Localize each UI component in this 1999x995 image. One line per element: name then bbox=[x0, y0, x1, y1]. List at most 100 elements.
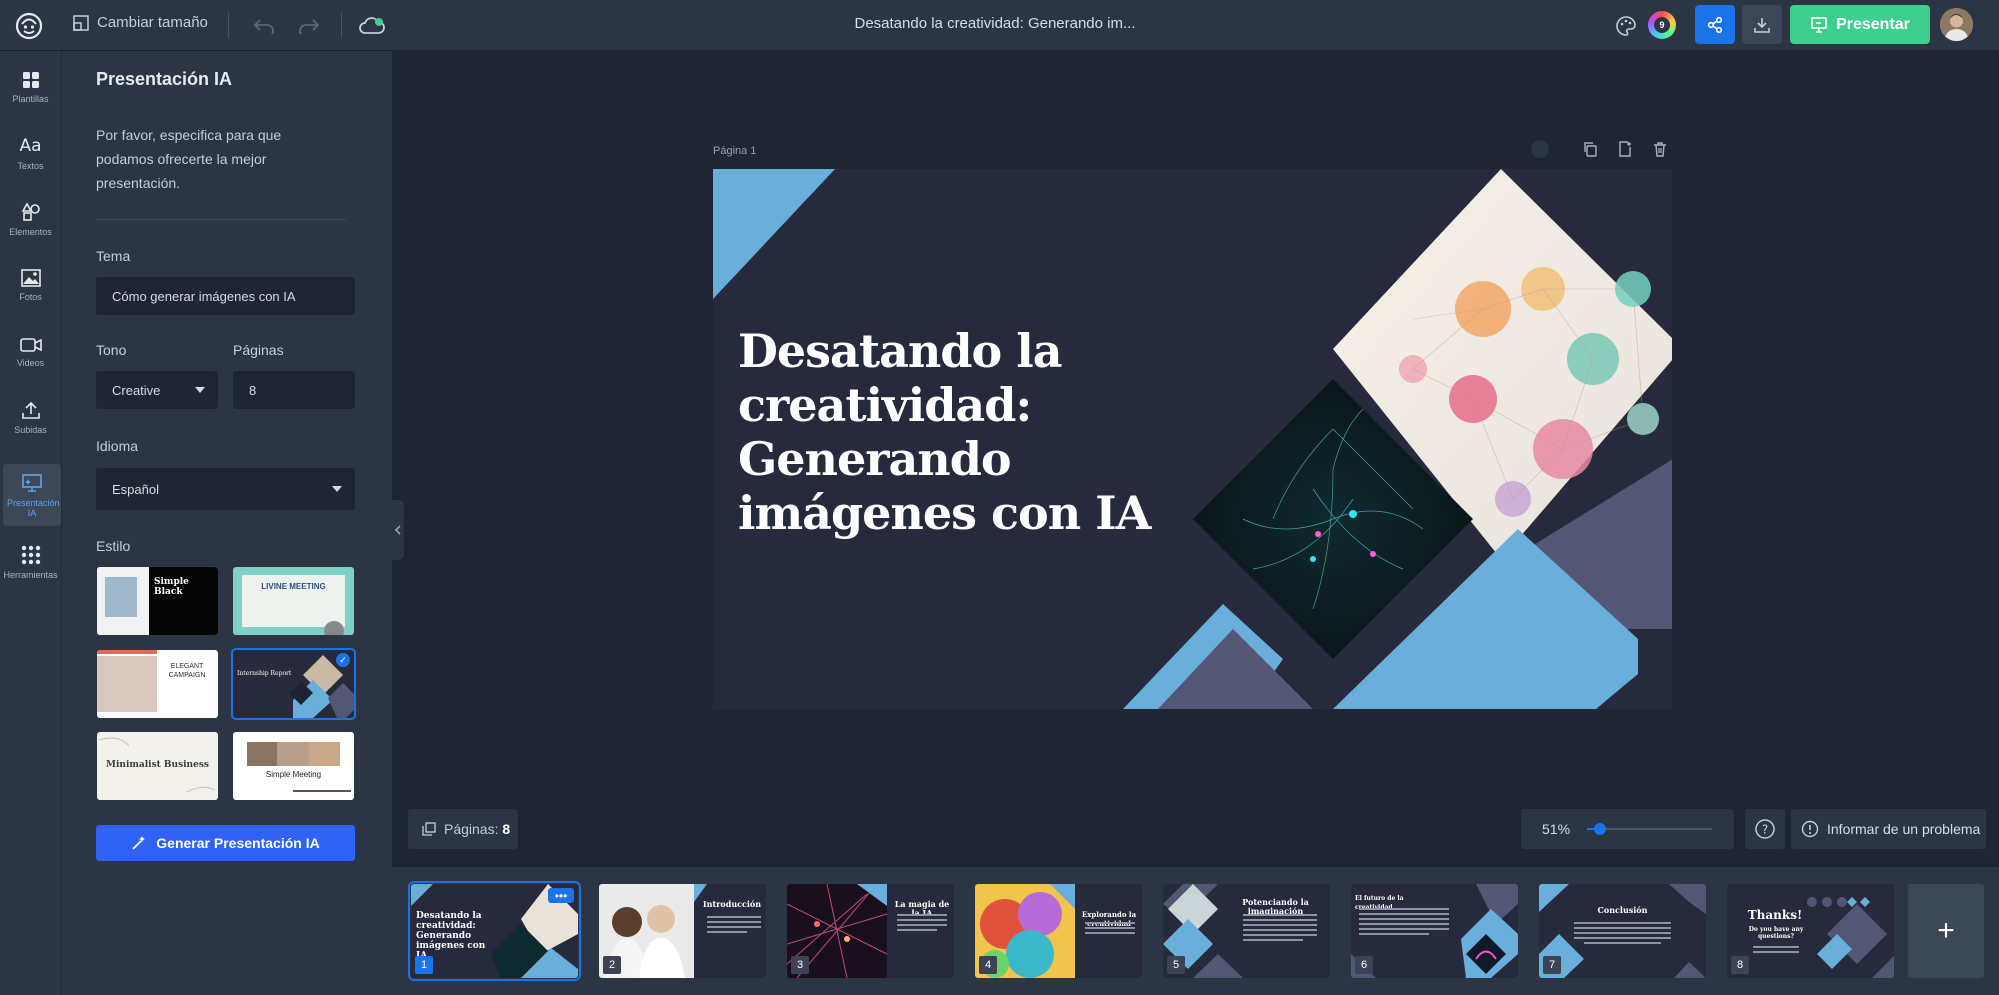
chevron-down-icon bbox=[332, 486, 342, 492]
slide-thumbnail-3[interactable]: La magia de la IA 3 bbox=[787, 884, 954, 978]
divider bbox=[96, 219, 346, 220]
rail-label: Presentación IA bbox=[7, 497, 60, 518]
text-line bbox=[1243, 939, 1303, 941]
rail-item-ai-presentation[interactable]: Presentación IA bbox=[3, 464, 61, 526]
style-card-simple-black[interactable]: Simple Black bbox=[97, 567, 218, 635]
color-badge-icon[interactable]: 9 bbox=[1648, 11, 1676, 39]
slide-thumbnail-8[interactable]: Thanks! Do you have any questions? 8 bbox=[1727, 884, 1894, 978]
generate-presentation-button[interactable]: Generar Presentación IA bbox=[96, 825, 355, 861]
rail-label: Herramientas bbox=[3, 569, 58, 580]
tone-select[interactable]: Creative bbox=[96, 371, 218, 409]
thumbnail-number: 6 bbox=[1355, 956, 1373, 974]
zoom-value[interactable]: 51% bbox=[1542, 821, 1570, 837]
slide-title[interactable]: Desatando la creatividad: Generando imág… bbox=[738, 324, 1158, 540]
page-label: Página 1 bbox=[713, 145, 757, 157]
present-button[interactable]: Presentar bbox=[1790, 5, 1930, 44]
language-select[interactable]: Español bbox=[96, 468, 355, 510]
info-icon bbox=[1801, 820, 1819, 838]
cloud-saved-icon[interactable] bbox=[358, 12, 386, 40]
help-button[interactable]: ? bbox=[1745, 809, 1785, 849]
more-options-icon[interactable]: ••• bbox=[548, 888, 574, 903]
text-line bbox=[707, 916, 761, 918]
text-line bbox=[1359, 923, 1449, 925]
slide-canvas[interactable]: Desatando la creatividad: Generando imág… bbox=[713, 169, 1672, 709]
rail-item-photos[interactable]: Fotos bbox=[0, 254, 61, 316]
pages-count: 8 bbox=[502, 821, 511, 837]
ai-presentation-icon bbox=[22, 473, 42, 492]
slide-thumbnail-6[interactable]: El futuro de la creatividad 6 bbox=[1351, 884, 1518, 978]
video-icon bbox=[19, 337, 42, 352]
undo-icon[interactable] bbox=[250, 12, 278, 40]
style-name: Simple Meeting bbox=[265, 770, 322, 779]
text-line bbox=[1574, 932, 1671, 934]
topic-input[interactable]: Cómo generar imágenes con IA bbox=[96, 277, 355, 315]
pages-label: Páginas bbox=[233, 342, 284, 358]
collapse-panel-button[interactable] bbox=[392, 500, 404, 560]
rail-item-uploads[interactable]: Subidas bbox=[0, 386, 61, 448]
elements-icon bbox=[21, 201, 40, 221]
delete-page-icon[interactable] bbox=[1648, 137, 1672, 161]
thumbnail-number: 3 bbox=[791, 956, 809, 974]
divider bbox=[341, 12, 342, 38]
style-card-elegant-campaign[interactable]: ELEGANT CAMPAIGN bbox=[97, 650, 218, 718]
download-button[interactable] bbox=[1742, 5, 1782, 44]
add-page-icon[interactable] bbox=[1613, 137, 1637, 161]
slide-thumbnail-1[interactable]: Desatando la creatividad: Generando imág… bbox=[408, 881, 581, 981]
resize-button[interactable]: Cambiar tamaño bbox=[73, 14, 208, 31]
rail-label: Plantillas bbox=[12, 93, 49, 104]
language-value: Español bbox=[112, 481, 159, 497]
slide-color-icon[interactable] bbox=[1528, 137, 1552, 161]
zoom-control: 51% bbox=[1521, 809, 1734, 849]
resize-icon bbox=[73, 14, 89, 31]
pages-value: 8 bbox=[249, 382, 257, 398]
style-card-minimalist-business[interactable]: Minimalist Business bbox=[97, 732, 218, 800]
zoom-slider-handle[interactable] bbox=[1593, 823, 1606, 835]
slide-thumbnail-5[interactable]: Potenciando la imaginación 5 bbox=[1163, 884, 1330, 978]
thumbnail-title: Thanks! bbox=[1747, 908, 1803, 922]
slide-filmstrip: Desatando la creatividad: Generando imág… bbox=[392, 867, 1999, 995]
style-card-livine-meeting[interactable]: LIVINE MEETING bbox=[233, 567, 354, 635]
add-slide-button[interactable]: + bbox=[1908, 884, 1984, 978]
slide-thumbnail-4[interactable]: Explorando la creatividad 4 bbox=[975, 884, 1142, 978]
present-label: Presentar bbox=[1836, 15, 1910, 33]
rail-label: Subidas bbox=[14, 424, 47, 435]
share-button[interactable] bbox=[1695, 5, 1735, 44]
pages-input[interactable]: 8 bbox=[233, 371, 355, 409]
rail-item-text[interactable]: Aa Textos bbox=[0, 122, 61, 184]
rail-item-templates[interactable]: Plantillas bbox=[0, 56, 61, 118]
text-line bbox=[897, 929, 937, 931]
checkmark-icon: ✓ bbox=[336, 653, 350, 667]
zoom-slider-track[interactable] bbox=[1587, 828, 1712, 830]
home-logo-icon[interactable] bbox=[13, 10, 45, 42]
text-line bbox=[1243, 929, 1317, 931]
rail-item-videos[interactable]: Videos bbox=[0, 321, 61, 383]
thumbnail-number: 2 bbox=[603, 956, 621, 974]
rail-label: Fotos bbox=[19, 291, 42, 302]
upload-icon bbox=[21, 401, 40, 419]
style-card-internship-report[interactable]: Internship Report ✓ bbox=[231, 648, 356, 720]
text-line bbox=[1574, 927, 1671, 929]
thumbnail-title: Introducción bbox=[702, 899, 762, 909]
palette-icon[interactable] bbox=[1612, 12, 1640, 40]
user-avatar[interactable] bbox=[1940, 8, 1973, 41]
document-title[interactable]: Desatando la creatividad: Generando im..… bbox=[800, 15, 1190, 32]
report-problem-button[interactable]: Informar de un problema bbox=[1791, 809, 1986, 849]
text-line bbox=[897, 919, 947, 921]
rail-label: Textos bbox=[17, 160, 44, 171]
rail-item-elements[interactable]: Elementos bbox=[0, 188, 61, 250]
slide-thumbnail-7[interactable]: Conclusión 7 bbox=[1539, 884, 1706, 978]
thumbnail-title: Desatando la creatividad: Generando imág… bbox=[416, 911, 486, 961]
resize-label: Cambiar tamaño bbox=[97, 14, 208, 31]
pages-button[interactable]: Páginas: 8 bbox=[408, 809, 518, 849]
text-line bbox=[1243, 934, 1317, 936]
style-card-simple-meeting[interactable]: Simple Meeting bbox=[233, 732, 354, 800]
duplicate-page-icon[interactable] bbox=[1578, 137, 1602, 161]
download-icon bbox=[1754, 17, 1770, 33]
redo-icon[interactable] bbox=[295, 12, 323, 40]
text-line bbox=[1243, 924, 1317, 926]
thumbnail-number: 4 bbox=[979, 956, 997, 974]
slide-thumbnail-2[interactable]: Introducción 2 bbox=[599, 884, 766, 978]
rail-item-tools[interactable]: Herramientas bbox=[0, 531, 61, 593]
thumbnail-number: 7 bbox=[1543, 956, 1561, 974]
color-badge-count: 9 bbox=[1654, 17, 1670, 33]
